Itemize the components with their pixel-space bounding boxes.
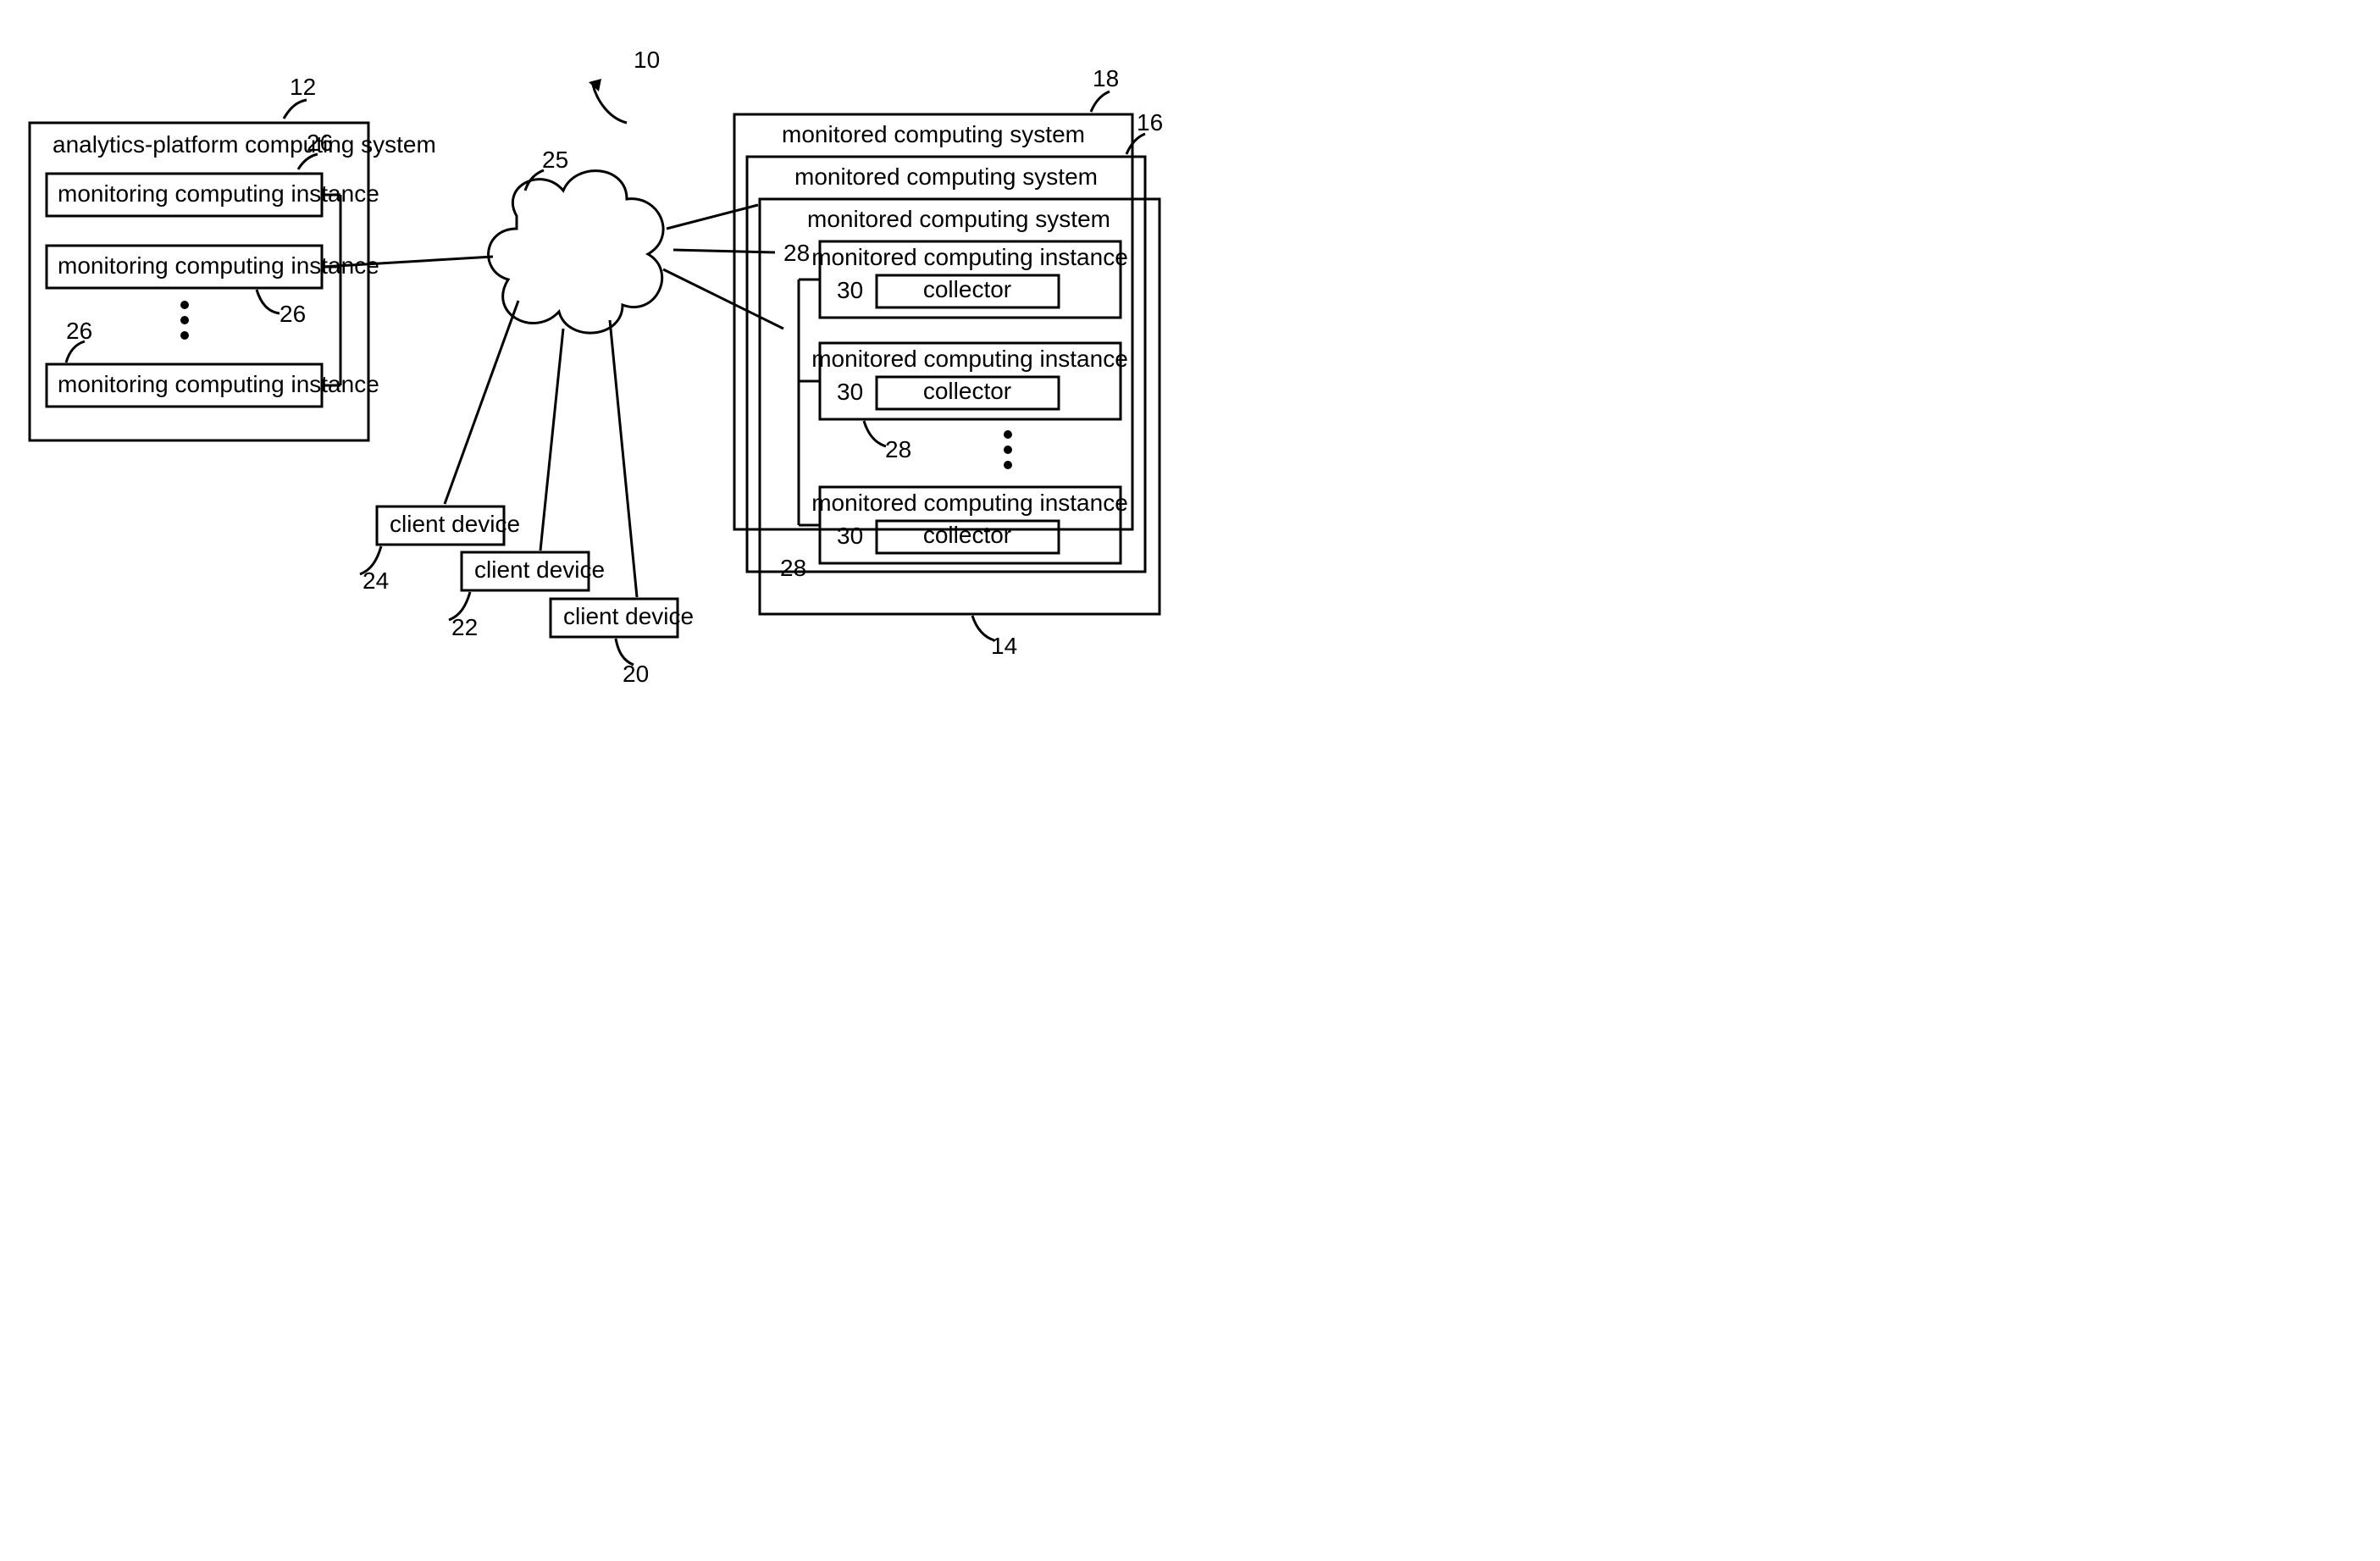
conn-cloud-client-1 bbox=[445, 301, 518, 504]
monitored-instance-3-ref: 28 bbox=[780, 555, 806, 581]
monitored-instance-1-label: monitored computing instance bbox=[811, 244, 1128, 270]
collector-2-label: collector bbox=[923, 378, 1011, 404]
conn-cloud-client-2 bbox=[540, 329, 563, 551]
client-device-3-ref: 20 bbox=[623, 661, 649, 687]
monitored-system-front-ref: 14 bbox=[991, 633, 1017, 659]
analytics-ref: 12 bbox=[290, 74, 316, 100]
client-device-1-ref: 24 bbox=[363, 567, 389, 594]
monitored-system-front-title: monitored computing system bbox=[807, 206, 1110, 232]
collector-3-ref: 30 bbox=[837, 523, 863, 549]
monitored-instance-3-label: monitored computing instance bbox=[811, 490, 1128, 516]
analytics-platform-title: analytics-platform computing system bbox=[53, 131, 436, 158]
cloud-ref: 25 bbox=[542, 147, 568, 173]
monitored-system-back-title: monitored computing system bbox=[782, 121, 1085, 147]
monitored-system-mid-title: monitored computing system bbox=[794, 163, 1098, 190]
monitoring-instance-3-ref: 26 bbox=[66, 318, 92, 344]
monitoring-instance-2-ref: 26 bbox=[280, 301, 306, 327]
collector-2-ref: 30 bbox=[837, 379, 863, 405]
conn-cloud-mon-1 bbox=[667, 205, 758, 229]
conn-cloud-mon-3 bbox=[663, 269, 783, 329]
collector-1-label: collector bbox=[923, 276, 1011, 302]
collector-3-label: collector bbox=[923, 522, 1011, 548]
monitored-instance-1-ref: 28 bbox=[783, 240, 810, 266]
client-device-3-label: client device bbox=[563, 603, 694, 629]
monitored-instance-2-label: monitored computing instance bbox=[811, 346, 1128, 372]
client-device-2-ref: 22 bbox=[451, 614, 478, 640]
conn-cloud-client-3 bbox=[610, 320, 637, 597]
monitoring-instance-1-ref: 26 bbox=[307, 130, 333, 156]
monitored-system-mid-ref: 16 bbox=[1137, 109, 1163, 136]
client-device-2-label: client device bbox=[474, 556, 605, 583]
client-device-1-label: client device bbox=[390, 511, 520, 537]
collector-1-ref: 30 bbox=[837, 277, 863, 303]
monitored-system-back-ref: 18 bbox=[1093, 65, 1119, 91]
figure-ref: 10 bbox=[634, 47, 660, 73]
monitored-instance-2-ref: 28 bbox=[885, 436, 911, 462]
